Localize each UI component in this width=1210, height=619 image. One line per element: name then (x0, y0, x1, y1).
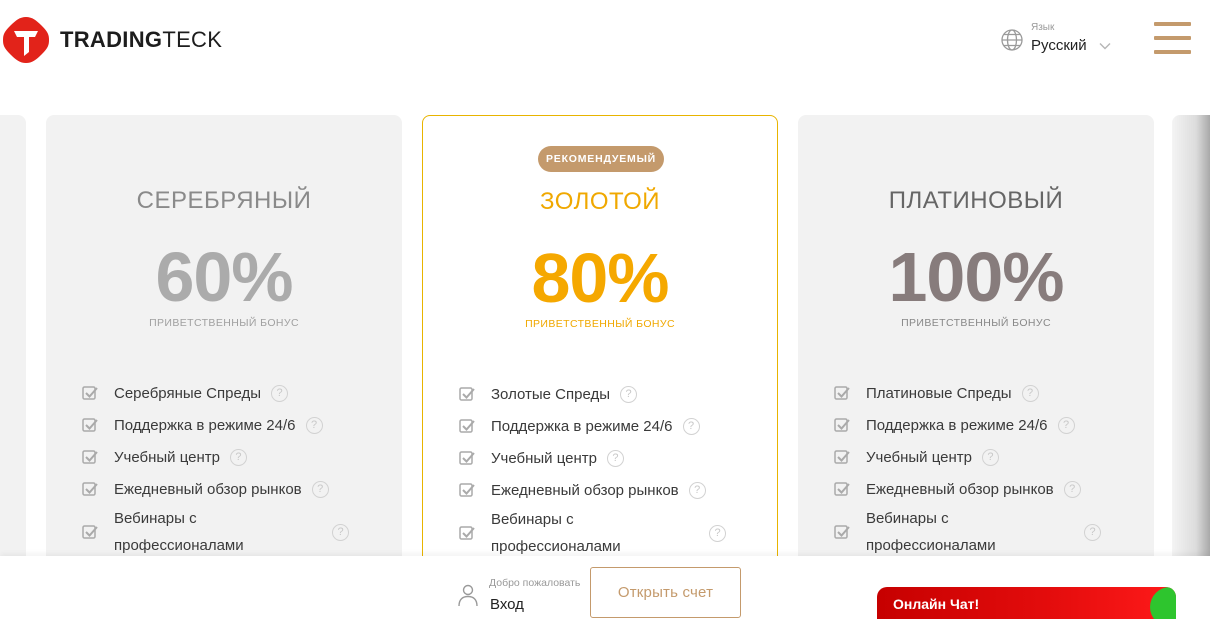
plan-bonus-caption: ПРИВЕТСТВЕННЫЙ БОНУС (901, 317, 1051, 329)
checkbox-icon (82, 482, 98, 496)
feature-item: Учебный центр ? (834, 441, 1124, 473)
language-selector[interactable]: Язык Русский (1000, 22, 1111, 62)
help-icon[interactable]: ? (981, 448, 999, 466)
language-caption: Язык (1031, 22, 1055, 33)
welcome-text: Добро пожаловать (489, 577, 581, 589)
checkbox-icon (834, 450, 850, 464)
plan-bonus: 100% (888, 238, 1064, 316)
checkbox-icon (834, 418, 850, 432)
help-icon[interactable]: ? (332, 523, 349, 541)
plan-bonus-caption: ПРИВЕТСТВЕННЫЙ БОНУС (149, 317, 299, 329)
logo[interactable]: TRADINGTECK (2, 16, 222, 64)
online-chat-label: Онлайн Чат! (893, 596, 980, 612)
help-icon[interactable]: ? (620, 385, 638, 403)
checkbox-icon (459, 419, 475, 433)
help-icon[interactable]: ? (311, 480, 329, 498)
feature-label: Ежедневный обзор рынков (866, 480, 1054, 498)
login-link[interactable]: Вход (490, 596, 524, 613)
feature-item: Платиновые Спреды ? (834, 377, 1124, 409)
bottom-bar: Добро пожаловать Вход Открыть счет Онлай… (0, 556, 1210, 619)
globe-icon (1001, 29, 1023, 51)
feature-item: Ежедневный обзор рынков ? (82, 473, 372, 505)
online-chat-button[interactable]: Онлайн Чат! (877, 587, 1176, 619)
feature-label: Учебный центр (491, 449, 597, 467)
feature-item: Поддержка в режиме 24/6 ? (459, 410, 749, 442)
plan-card-platinum: ПЛАТИНОВЫЙ 100% ПРИВЕТСТВЕННЫЙ БОНУС Пла… (798, 115, 1154, 575)
logo-wordmark: TRADINGTECK (60, 27, 223, 52)
feature-label: Золотые Спреды (491, 385, 611, 403)
plan-card-next (1172, 115, 1210, 575)
checkbox-icon (834, 482, 850, 496)
plan-bonus: 80% (531, 239, 669, 317)
feature-item: Вебинары с профессионалами ? (82, 505, 372, 559)
recommended-badge: РЕКОМЕНДУЕМЫЙ (538, 146, 664, 172)
feature-item: Вебинары с профессионалами ? (459, 506, 749, 560)
plan-name: СЕРЕБРЯНЫЙ (136, 187, 312, 214)
language-value[interactable]: Русский (1031, 36, 1111, 56)
language-value-label: Русский (1031, 37, 1087, 54)
feature-item: Учебный центр ? (459, 442, 749, 474)
checkbox-icon (459, 526, 475, 540)
help-icon[interactable]: ? (305, 416, 323, 434)
help-icon[interactable]: ? (709, 524, 726, 542)
feature-list: Платиновые Спреды ? Поддержка в режиме 2… (834, 377, 1124, 559)
feature-label: Поддержка в режиме 24/6 (114, 416, 296, 434)
chevron-down-icon (1099, 43, 1111, 50)
checkbox-icon (459, 387, 475, 401)
feature-label: Вебинары с профессионалами (491, 511, 621, 555)
checkbox-icon (82, 525, 98, 539)
feature-label: Платиновые Спреды (866, 384, 1012, 402)
help-icon[interactable]: ? (229, 448, 247, 466)
feature-item: Ежедневный обзор рынков ? (459, 474, 749, 506)
checkbox-icon (459, 451, 475, 465)
help-icon[interactable]: ? (688, 481, 706, 499)
user-icon (458, 584, 478, 607)
feature-label: Ежедневный обзор рынков (491, 481, 679, 499)
help-icon[interactable]: ? (1021, 384, 1039, 402)
checkbox-icon (834, 525, 850, 539)
help-icon[interactable]: ? (1057, 416, 1075, 434)
open-account-button[interactable]: Открыть счет (590, 567, 741, 618)
feature-item: Ежедневный обзор рынков ? (834, 473, 1124, 505)
help-icon[interactable]: ? (271, 384, 288, 402)
checkbox-icon (82, 450, 98, 464)
feature-item: Серебряные Спреды ? (82, 377, 372, 409)
plan-name: ЗОЛОТОЙ (539, 188, 661, 215)
plan-bonus-caption: ПРИВЕТСТВЕННЫЙ БОНУС (525, 318, 675, 330)
feature-item: Вебинары с профессионалами ? (834, 505, 1124, 559)
feature-label: Ежедневный обзор рынков (114, 480, 302, 498)
feature-label: Серебряные Спреды (114, 384, 261, 402)
feature-item: Поддержка в режиме 24/6 ? (82, 409, 372, 441)
site-header: TRADINGTECK Язык Русский (0, 0, 1210, 86)
help-icon[interactable]: ? (682, 417, 700, 435)
feature-list: Золотые Спреды ? Поддержка в режиме 24/6… (459, 378, 749, 560)
checkbox-icon (82, 418, 98, 432)
plan-card-gold: РЕКОМЕНДУЕМЫЙ ЗОЛОТОЙ 80% ПРИВЕТСТВЕННЫЙ… (422, 115, 778, 575)
checkbox-icon (459, 483, 475, 497)
plan-name: ПЛАТИНОВЫЙ (888, 187, 1064, 214)
feature-label: Учебный центр (866, 448, 972, 466)
feature-label: Поддержка в режиме 24/6 (491, 417, 673, 435)
plan-card-previous (0, 115, 26, 575)
feature-label: Вебинары с профессионалами (866, 510, 996, 554)
checkbox-icon (834, 386, 850, 400)
feature-item: Учебный центр ? (82, 441, 372, 473)
help-icon[interactable]: ? (606, 449, 624, 467)
feature-label: Поддержка в режиме 24/6 (866, 416, 1048, 434)
feature-label: Учебный центр (114, 448, 220, 466)
feature-list: Серебряные Спреды ? Поддержка в режиме 2… (82, 377, 372, 559)
feature-item: Поддержка в режиме 24/6 ? (834, 409, 1124, 441)
plan-bonus: 60% (155, 238, 293, 316)
logo-icon (3, 17, 49, 63)
feature-label: Вебинары с профессионалами (114, 510, 244, 554)
help-icon[interactable]: ? (1084, 523, 1101, 541)
feature-item: Золотые Спреды ? (459, 378, 749, 410)
plan-card-silver: СЕРЕБРЯНЫЙ 60% ПРИВЕТСТВЕННЫЙ БОНУС Сере… (46, 115, 402, 575)
help-icon[interactable]: ? (1063, 480, 1081, 498)
menu-icon[interactable] (1154, 22, 1191, 55)
checkbox-icon (82, 386, 98, 400)
online-status-indicator (1150, 587, 1176, 619)
